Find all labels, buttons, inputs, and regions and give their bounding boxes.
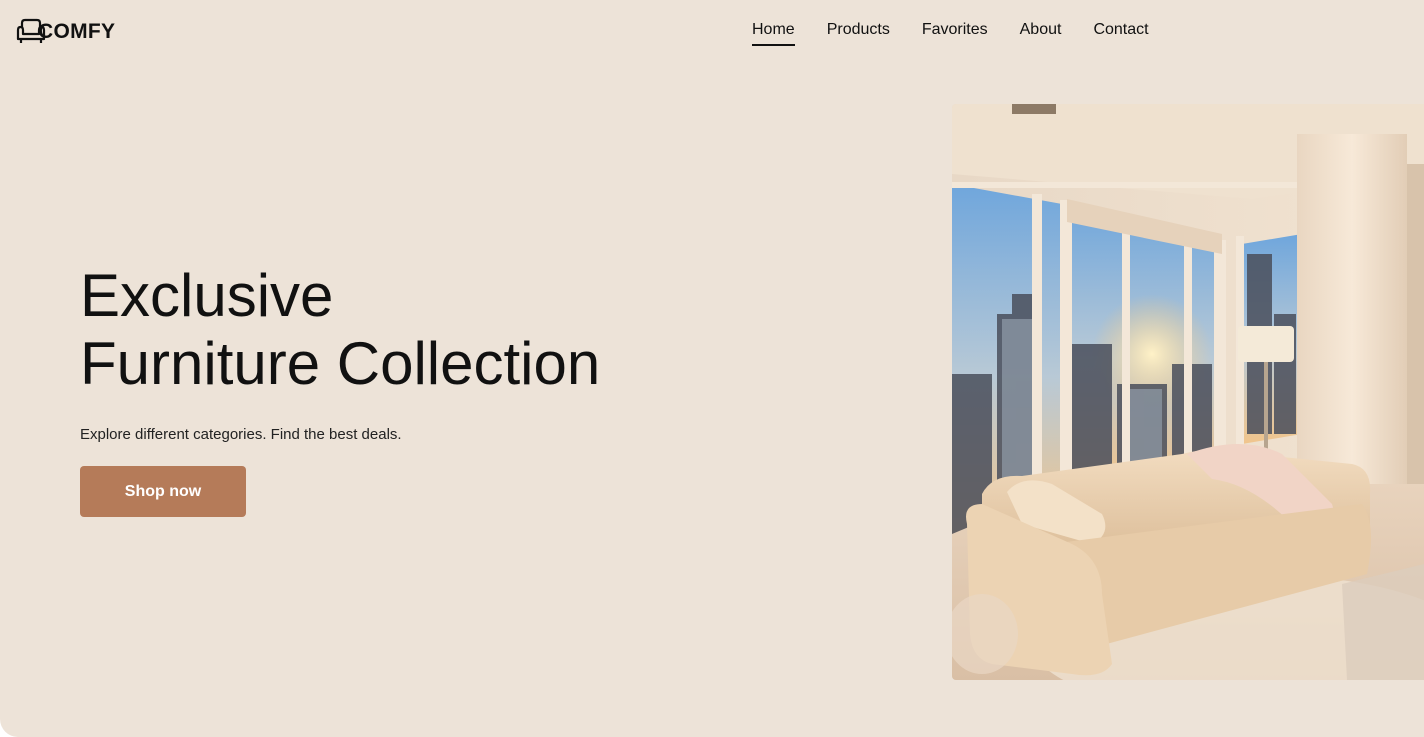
brand-name: COMFY	[38, 20, 116, 43]
hero-subtitle: Explore different categories. Find the b…	[80, 426, 402, 443]
brand-logo[interactable]: COMFY	[16, 18, 115, 46]
nav-link-favorites[interactable]: Favorites	[922, 20, 988, 46]
main-nav: Home Products Favorites About Contact	[752, 20, 1149, 46]
hero-title: Exclusive Furniture Collection	[80, 262, 600, 398]
shop-now-button[interactable]: Shop now	[80, 466, 246, 517]
hero-image	[952, 104, 1424, 680]
hero-title-line-1: Exclusive	[80, 262, 334, 329]
page: COMFY Home Products Favorites About Cont…	[0, 0, 1424, 737]
hero-title-line-2: Furniture Collection	[80, 330, 601, 397]
nav-link-home[interactable]: Home	[752, 20, 795, 46]
nav-link-contact[interactable]: Contact	[1093, 20, 1148, 46]
living-room-illustration	[952, 104, 1424, 680]
nav-link-products[interactable]: Products	[827, 20, 890, 46]
nav-link-about[interactable]: About	[1020, 20, 1062, 46]
